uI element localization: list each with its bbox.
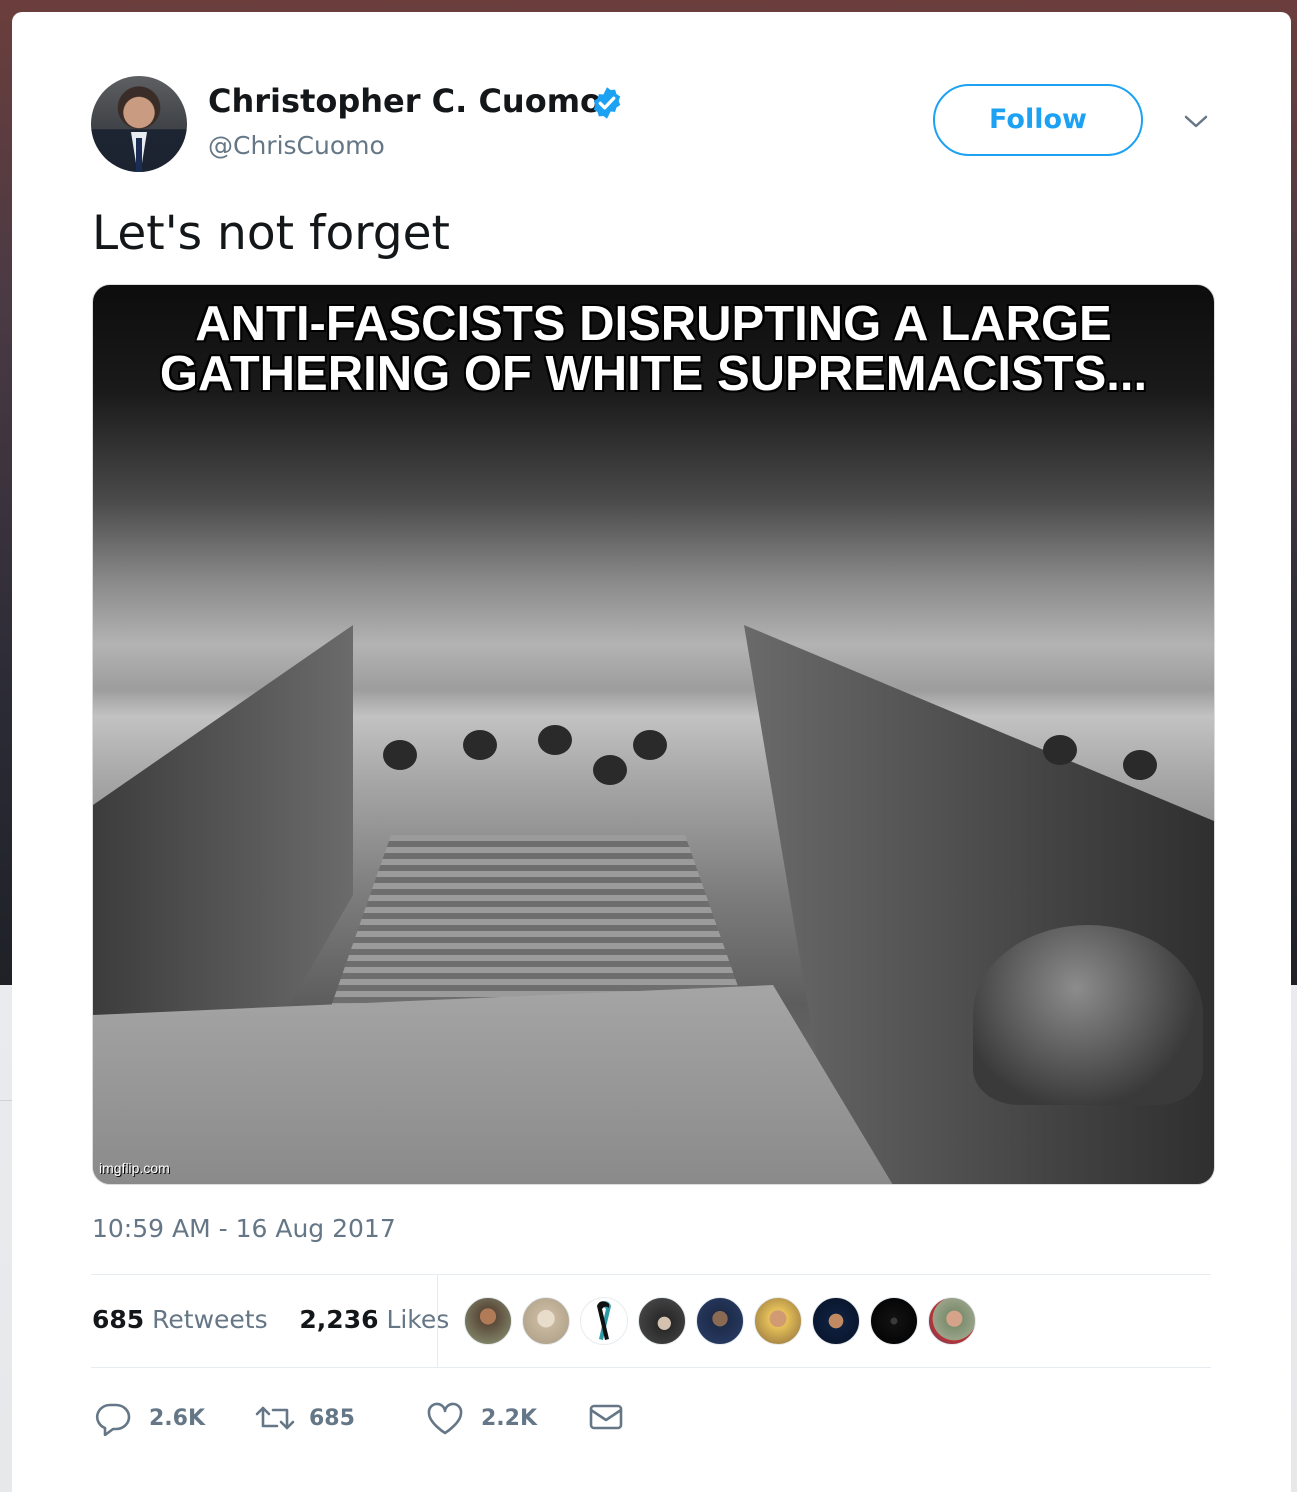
verified-badge-icon xyxy=(593,87,621,119)
media-caption-line1: ANTI-FASCISTS DISRUPTING A LARGE xyxy=(195,297,1112,351)
retweets-count: 685 xyxy=(92,1305,145,1334)
avatar-tie xyxy=(136,138,142,172)
media-watermark: imgflip.com xyxy=(99,1160,170,1176)
tweet-timestamp[interactable]: 10:59 AM - 16 Aug 2017 xyxy=(92,1214,396,1243)
liker-avatar[interactable] xyxy=(928,1297,976,1345)
divider-bottom xyxy=(91,1367,1211,1368)
media-caption: ANTI-FASCISTS DISRUPTING A LARGE GATHERI… xyxy=(93,299,1214,399)
reply-button[interactable]: 2.6K xyxy=(94,1402,224,1442)
divider-top xyxy=(91,1274,1211,1275)
reply-icon xyxy=(95,1403,131,1436)
soldier-figure xyxy=(383,740,417,770)
tweet-text: Let's not forget xyxy=(92,206,450,261)
liker-avatar[interactable] xyxy=(812,1297,860,1345)
likes-stat[interactable]: 2,236 Likes xyxy=(299,1305,449,1334)
retweet-icon xyxy=(255,1406,295,1430)
liker-avatar[interactable] xyxy=(754,1297,802,1345)
liker-avatar[interactable] xyxy=(580,1297,628,1345)
tweet-card: Christopher C. Cuomo @ChrisCuomo Follow … xyxy=(12,12,1291,1492)
tweet-stats: 685 Retweets 2,236 Likes xyxy=(92,1305,449,1334)
like-count: 2.2K xyxy=(481,1406,538,1431)
backdrop-divider xyxy=(0,1100,12,1101)
media-caption-line2: GATHERING OF WHITE SUPREMACISTS... xyxy=(159,347,1148,401)
liker-avatar[interactable] xyxy=(464,1297,512,1345)
author-name[interactable]: Christopher C. Cuomo xyxy=(208,82,602,120)
retweets-label: Retweets xyxy=(152,1305,268,1334)
soldier-figure xyxy=(463,730,497,760)
landing-craft-ramp xyxy=(328,835,748,1015)
liker-avatar[interactable] xyxy=(638,1297,686,1345)
soldier-figure xyxy=(1043,735,1077,765)
landing-craft-bow xyxy=(93,985,893,1184)
direct-message-icon xyxy=(589,1404,623,1430)
retweet-button[interactable]: 685 xyxy=(254,1402,384,1442)
direct-message-button[interactable] xyxy=(588,1402,628,1442)
ribbon-icon xyxy=(597,1301,611,1340)
soldier-figure xyxy=(633,730,667,760)
liker-avatar[interactable] xyxy=(522,1297,570,1345)
likes-label: Likes xyxy=(386,1305,450,1334)
author-avatar[interactable] xyxy=(91,76,187,172)
chevron-down-icon[interactable] xyxy=(1182,112,1210,132)
soldier-figure xyxy=(538,725,572,755)
tweet-media-image[interactable]: ANTI-FASCISTS DISRUPTING A LARGE GATHERI… xyxy=(92,284,1215,1185)
liker-avatar[interactable] xyxy=(696,1297,744,1345)
likes-count: 2,236 xyxy=(299,1305,379,1334)
like-button[interactable]: 2.2K xyxy=(426,1402,556,1442)
stats-divider xyxy=(437,1274,438,1367)
soldier-figure xyxy=(593,755,627,785)
follow-button[interactable]: Follow xyxy=(933,84,1143,156)
author-handle[interactable]: @ChrisCuomo xyxy=(208,131,385,160)
heart-icon xyxy=(427,1402,463,1435)
soldier-figure xyxy=(1123,750,1157,780)
soldier-helmet xyxy=(973,925,1203,1105)
retweet-count: 685 xyxy=(309,1406,355,1431)
reply-count: 2.6K xyxy=(149,1406,206,1431)
liker-avatar[interactable] xyxy=(870,1297,918,1345)
retweets-stat[interactable]: 685 Retweets xyxy=(92,1305,268,1334)
